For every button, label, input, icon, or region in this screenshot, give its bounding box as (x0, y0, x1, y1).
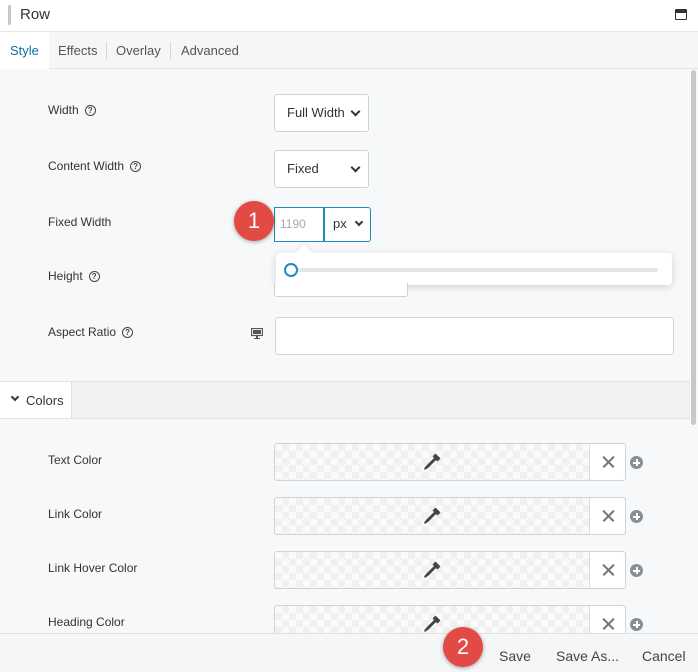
aspect-ratio-label: Aspect Ratio? (48, 325, 134, 339)
popup-arrow (295, 244, 313, 262)
width-label-text: Width (48, 103, 79, 117)
tab-style[interactable]: Style (0, 32, 49, 70)
height-label: Height? (48, 269, 100, 283)
help-icon[interactable]: ? (122, 327, 134, 338)
fixed-width-placeholder: 1190 (280, 217, 306, 231)
chevron-down-icon (354, 217, 364, 227)
link-hover-color-label: Link Hover Color (48, 561, 138, 575)
maximize-icon[interactable] (675, 9, 687, 20)
fixed-width-input[interactable]: 1190 (274, 207, 324, 242)
chevron-down-icon (350, 162, 361, 173)
tab-overlay[interactable]: Overlay (106, 32, 171, 69)
content-width-select-value: Fixed (287, 161, 319, 176)
desktop-icon[interactable] (251, 328, 263, 339)
content-scrollbar[interactable] (690, 69, 698, 633)
add-color-icon[interactable] (630, 618, 643, 631)
unit-select-value: px (333, 216, 347, 231)
save-as-button[interactable]: Save As... (556, 634, 619, 672)
clear-icon[interactable] (589, 606, 625, 633)
content-width-label-text: Content Width (48, 159, 125, 173)
cancel-button[interactable]: Cancel (642, 634, 686, 672)
slider-track[interactable] (290, 268, 658, 272)
callout-badge-1: 1 (234, 201, 274, 241)
callout-badge-2: 2 (443, 627, 483, 667)
fixed-width-slider-popup (276, 244, 672, 285)
drag-handle[interactable] (8, 5, 11, 25)
panel-title: Row (20, 6, 51, 23)
clear-icon[interactable] (589, 444, 625, 480)
colors-section-header[interactable]: Colors (0, 381, 690, 419)
heading-color-label: Heading Color (48, 615, 125, 629)
tab-advanced[interactable]: Advanced (171, 32, 249, 69)
help-icon[interactable]: ? (88, 271, 100, 282)
heading-color-picker[interactable] (274, 605, 626, 633)
tab-effects[interactable]: Effects (48, 32, 108, 69)
link-hover-color-picker[interactable] (274, 551, 626, 589)
help-icon[interactable]: ? (130, 161, 142, 172)
width-select[interactable]: Full Width (274, 94, 369, 132)
eyedropper-icon[interactable] (423, 561, 441, 579)
height-label-text: Height (48, 269, 83, 283)
scrollbar-thumb[interactable] (691, 70, 696, 425)
panel-titlebar[interactable]: Row (0, 0, 698, 32)
save-button[interactable]: Save (499, 634, 531, 672)
colors-section-label: Colors (26, 393, 64, 408)
width-select-value: Full Width (287, 105, 345, 120)
clear-icon[interactable] (589, 498, 625, 534)
eyedropper-icon[interactable] (423, 507, 441, 525)
add-color-icon[interactable] (630, 456, 643, 469)
aspect-ratio-label-text: Aspect Ratio (48, 325, 117, 339)
fixed-width-label: Fixed Width (48, 215, 112, 229)
text-color-picker[interactable] (274, 443, 626, 481)
content-width-select[interactable]: Fixed (274, 150, 369, 188)
settings-content: Width? Full Width Content Width? Fixed F… (0, 69, 690, 633)
content-width-label: Content Width? (48, 159, 142, 173)
eyedropper-icon[interactable] (423, 453, 441, 471)
chevron-down-icon (350, 106, 361, 117)
help-icon[interactable]: ? (84, 105, 96, 116)
clear-icon[interactable] (589, 552, 625, 588)
add-color-icon[interactable] (630, 510, 643, 523)
aspect-ratio-input[interactable] (275, 317, 674, 355)
slider-thumb[interactable] (284, 263, 298, 277)
panel-footer: Save Save As... Cancel (0, 633, 698, 672)
text-color-label: Text Color (48, 453, 103, 467)
link-color-label: Link Color (48, 507, 103, 521)
eyedropper-icon[interactable] (423, 615, 441, 633)
height-input[interactable] (274, 283, 408, 297)
colors-section-toggle[interactable]: Colors (0, 381, 72, 419)
chevron-down-icon (10, 392, 20, 402)
link-color-picker[interactable] (274, 497, 626, 535)
add-color-icon[interactable] (630, 564, 643, 577)
fixed-width-unit-select[interactable]: px (324, 207, 371, 242)
width-label: Width? (48, 103, 96, 117)
tab-bar: Style Effects Overlay Advanced (0, 32, 698, 70)
